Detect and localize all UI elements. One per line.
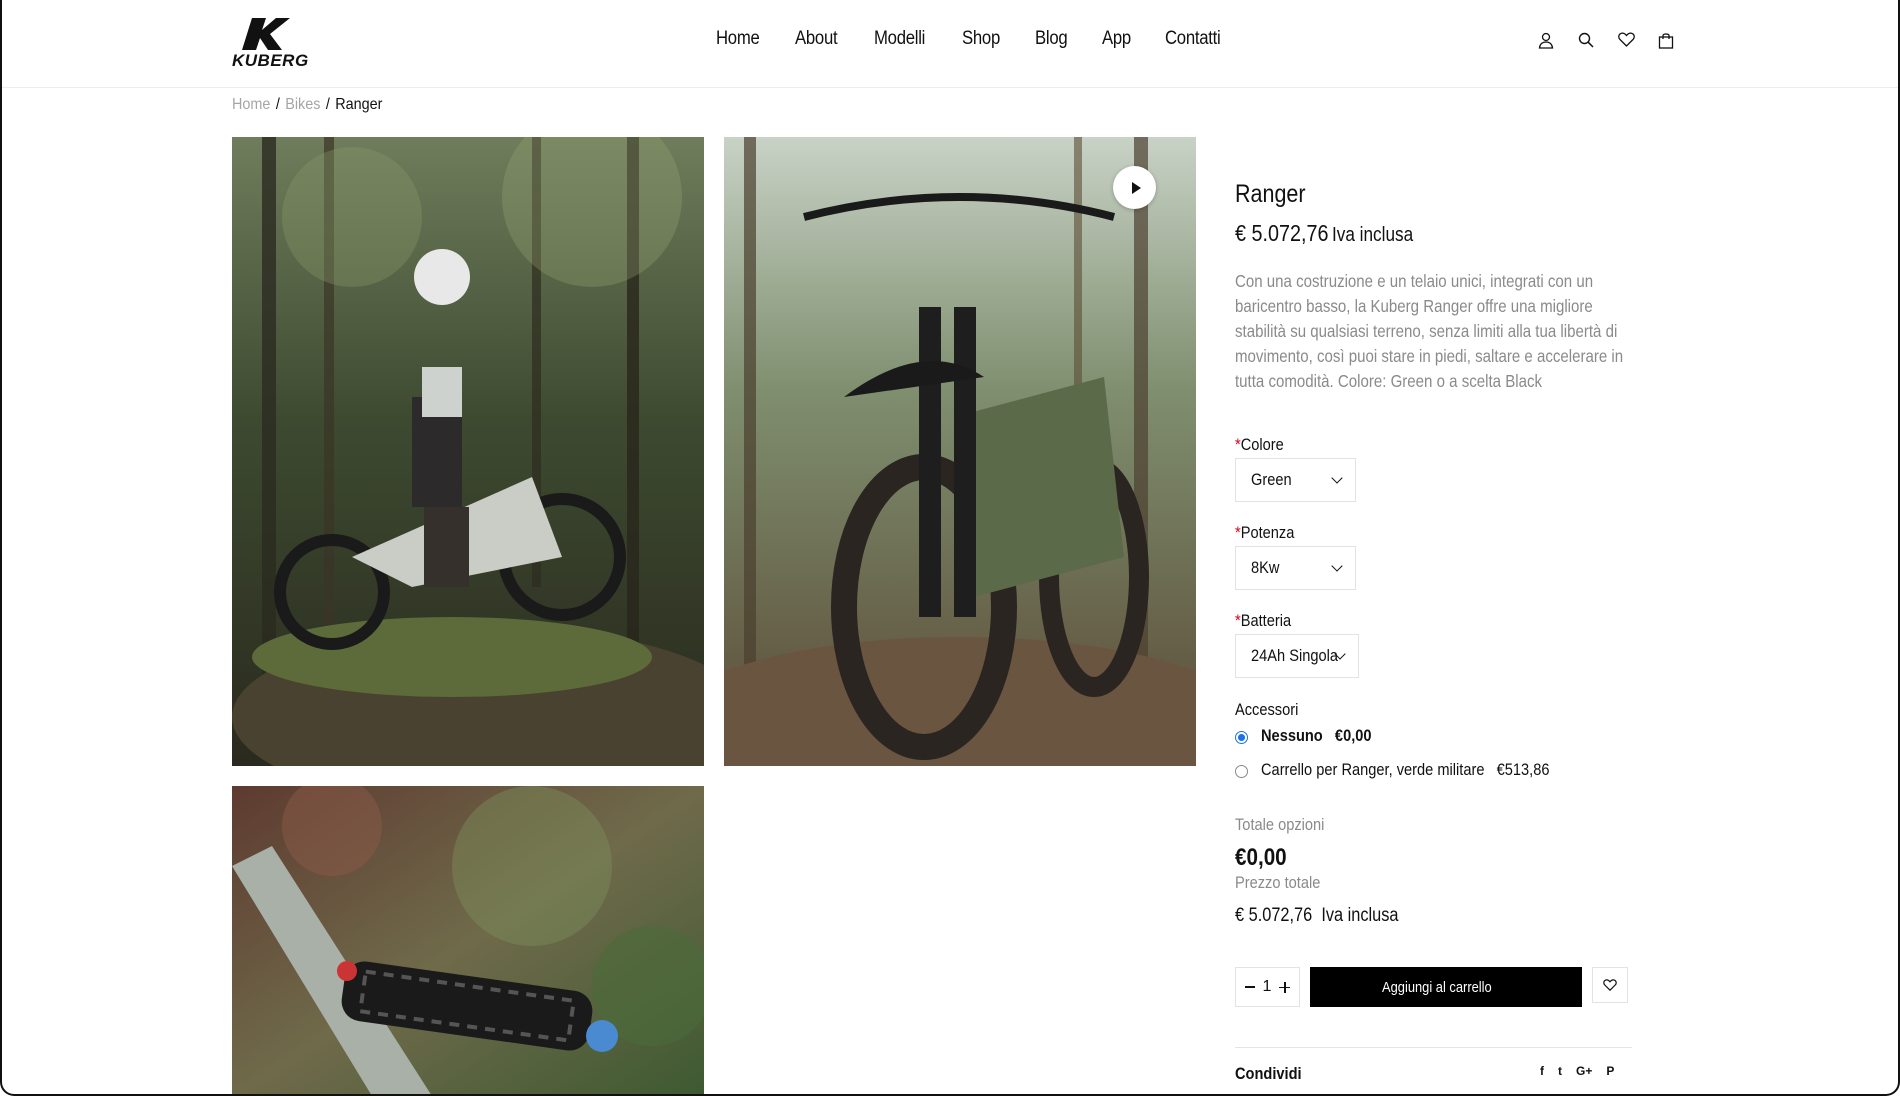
- product-image-rider[interactable]: [232, 137, 704, 766]
- nav-modelli[interactable]: Modelli: [874, 28, 925, 50]
- colore-label: *Colore: [1235, 435, 1284, 454]
- logo-text: KUBERG: [232, 51, 309, 70]
- product-title: Ranger: [1235, 180, 1306, 208]
- minus-icon[interactable]: [1245, 986, 1255, 988]
- search-icon[interactable]: [1578, 32, 1596, 50]
- social-share-icons: f t G+ P: [1540, 1064, 1614, 1078]
- potenza-label: *Potenza: [1235, 523, 1295, 542]
- chevron-down-icon: [1331, 472, 1343, 484]
- quantity-stepper: 1: [1235, 967, 1300, 1007]
- main-nav: Home About Modelli Shop Blog App Contatt…: [716, 28, 1258, 50]
- product-price: € 5.072,76 Iva inclusa: [1235, 220, 1414, 246]
- add-to-cart-button[interactable]: Aggiungi al carrello: [1310, 967, 1582, 1007]
- nav-blog[interactable]: Blog: [1035, 28, 1068, 50]
- colore-select[interactable]: Green: [1235, 458, 1356, 502]
- product-description: Con una costruzione e un telaio unici, i…: [1235, 271, 1624, 391]
- heart-icon[interactable]: [1618, 32, 1636, 50]
- breadcrumb-separator: /: [325, 96, 330, 113]
- radio-unselected[interactable]: [1235, 764, 1248, 778]
- kuberg-logo[interactable]: KUBERG: [232, 16, 316, 72]
- nav-home[interactable]: Home: [716, 28, 760, 50]
- logo-mark-icon: [242, 18, 290, 50]
- divider: [1235, 1047, 1632, 1048]
- user-icon[interactable]: [1538, 32, 1556, 50]
- plus-icon[interactable]: [1279, 981, 1290, 993]
- play-icon: [1131, 181, 1141, 194]
- batteria-select[interactable]: 24Ah Singola: [1235, 634, 1359, 678]
- breadcrumb-separator: /: [275, 96, 280, 113]
- quantity-value[interactable]: 1: [1263, 978, 1272, 996]
- share-label: Condividi: [1235, 1064, 1302, 1083]
- header-icons: [1538, 32, 1676, 50]
- total-price-value: € 5.072,76 Iva inclusa: [1235, 905, 1399, 926]
- accessory-option-carrello[interactable]: Carrello per Ranger, verde militare €513…: [1235, 760, 1596, 780]
- accessori-label: Accessori: [1235, 700, 1299, 719]
- product-image-front[interactable]: [724, 137, 1196, 766]
- accessory-option-nessuno[interactable]: Nessuno €0,00: [1235, 726, 1390, 746]
- twitter-icon[interactable]: t: [1558, 1064, 1562, 1078]
- nav-contatti[interactable]: Contatti: [1165, 28, 1221, 50]
- breadcrumb-current: Ranger: [335, 96, 383, 113]
- wishlist-button[interactable]: [1592, 967, 1628, 1003]
- site-header: KUBERG Home About Modelli Shop Blog App …: [0, 0, 1900, 88]
- facebook-icon[interactable]: f: [1540, 1064, 1544, 1078]
- google-plus-icon[interactable]: G+: [1576, 1064, 1592, 1078]
- nav-about[interactable]: About: [795, 28, 838, 50]
- nav-shop[interactable]: Shop: [962, 28, 1000, 50]
- batteria-label: *Batteria: [1235, 611, 1292, 630]
- options-total-label: Totale opzioni: [1235, 815, 1325, 834]
- chevron-down-icon: [1331, 560, 1343, 572]
- potenza-select[interactable]: 8Kw: [1235, 546, 1356, 590]
- heart-icon: [1603, 979, 1617, 991]
- breadcrumb-home[interactable]: Home: [232, 96, 270, 114]
- total-price-label: Prezzo totale: [1235, 873, 1321, 892]
- radio-selected[interactable]: [1235, 730, 1248, 744]
- nav-app[interactable]: App: [1102, 28, 1131, 50]
- play-video-button[interactable]: [1113, 166, 1156, 209]
- product-image-suspension[interactable]: [232, 786, 704, 1096]
- breadcrumb: Home / Bikes / Ranger: [232, 96, 382, 114]
- options-total-value: €0,00: [1235, 844, 1287, 871]
- pinterest-icon[interactable]: P: [1606, 1064, 1614, 1078]
- breadcrumb-bikes[interactable]: Bikes: [285, 96, 320, 114]
- bag-icon[interactable]: [1658, 32, 1676, 50]
